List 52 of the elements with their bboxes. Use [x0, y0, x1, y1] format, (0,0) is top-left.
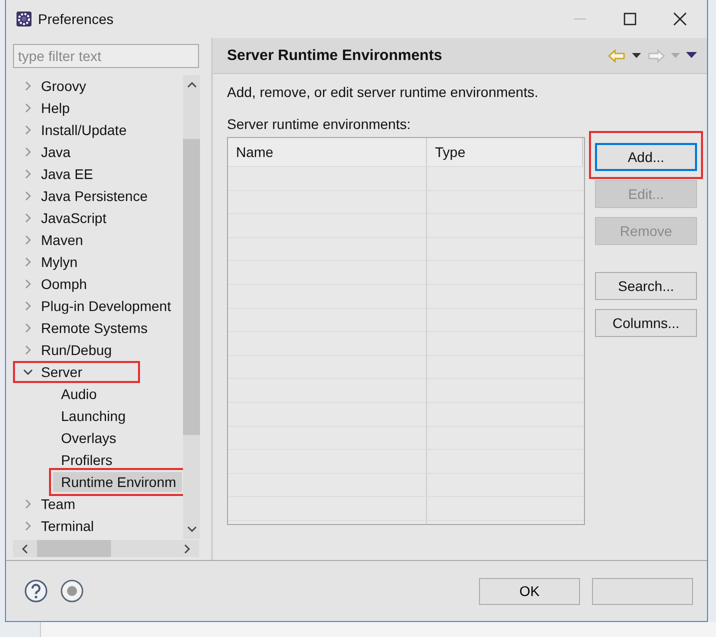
runtime-table[interactable]: Name Type [227, 137, 585, 525]
column-header[interactable]: Name [228, 138, 427, 166]
back-arrow-icon[interactable] [608, 48, 626, 62]
scroll-up-icon[interactable] [186, 81, 196, 89]
page-title: Server Runtime Environments [227, 47, 442, 64]
scrollbar[interactable] [13, 540, 199, 557]
tree-item[interactable]: Plug-in Development [15, 297, 174, 315]
tree-item[interactable]: JavaScript [15, 209, 110, 227]
tree-item[interactable]: Remote Systems [15, 319, 151, 337]
menu-icon[interactable] [686, 52, 697, 59]
dropdown-icon[interactable] [632, 52, 641, 58]
scroll-down-icon[interactable] [186, 525, 196, 533]
scrollbar[interactable] [183, 75, 200, 539]
scrollbar-thumb[interactable] [183, 139, 200, 435]
tree-item[interactable]: Runtime Environm [53, 472, 182, 492]
filter-field[interactable]: type filter text [13, 44, 199, 68]
tree-item[interactable]: Install/Update [15, 121, 130, 139]
tree-item[interactable]: Java EE [15, 165, 96, 183]
app-icon [16, 11, 32, 27]
tree-item[interactable]: Oomph [15, 275, 90, 293]
close-icon[interactable] [673, 12, 687, 26]
scroll-right-icon[interactable] [183, 544, 191, 554]
window-title: Preferences [38, 11, 114, 27]
scroll-left-icon[interactable] [21, 544, 29, 554]
record-icon[interactable] [60, 579, 84, 603]
action-button[interactable]: Search... [595, 272, 697, 300]
tree-item[interactable]: Groovy [15, 77, 90, 95]
tree-item[interactable]: Java [15, 143, 74, 161]
maximize-icon[interactable] [623, 12, 637, 26]
column-header[interactable]: Type [427, 138, 583, 166]
help-icon[interactable] [24, 579, 48, 603]
tree-item[interactable]: Run/Debug [15, 341, 115, 359]
tree-item[interactable]: Terminal [15, 517, 97, 535]
table-label: Server runtime environments: [227, 116, 412, 132]
tree-item[interactable]: Java Persistence [15, 187, 151, 205]
action-button[interactable]: Add... [595, 143, 697, 171]
tree-item[interactable]: Maven [15, 231, 86, 249]
tree-item[interactable]: Help [15, 99, 73, 117]
page-description: Add, remove, or edit server runtime environments. [227, 84, 540, 100]
tree-item[interactable]: Profilers [53, 450, 118, 470]
ok-button[interactable]: OK [479, 578, 580, 604]
tree-item[interactable]: Audio [53, 384, 103, 404]
tree-item[interactable]: Launching [53, 406, 132, 426]
tree-item[interactable]: Server [15, 363, 138, 381]
scrollbar-thumb[interactable] [37, 540, 111, 557]
action-button[interactable]: Columns... [595, 309, 697, 337]
dialog-button[interactable] [592, 578, 693, 604]
forward-arrow-icon[interactable] [647, 48, 665, 62]
tree-item[interactable]: Team [15, 495, 78, 513]
tree-item[interactable]: Overlays [53, 428, 122, 448]
chevron-icon[interactable] [23, 367, 33, 377]
tree-item[interactable]: Mylyn [15, 253, 81, 271]
